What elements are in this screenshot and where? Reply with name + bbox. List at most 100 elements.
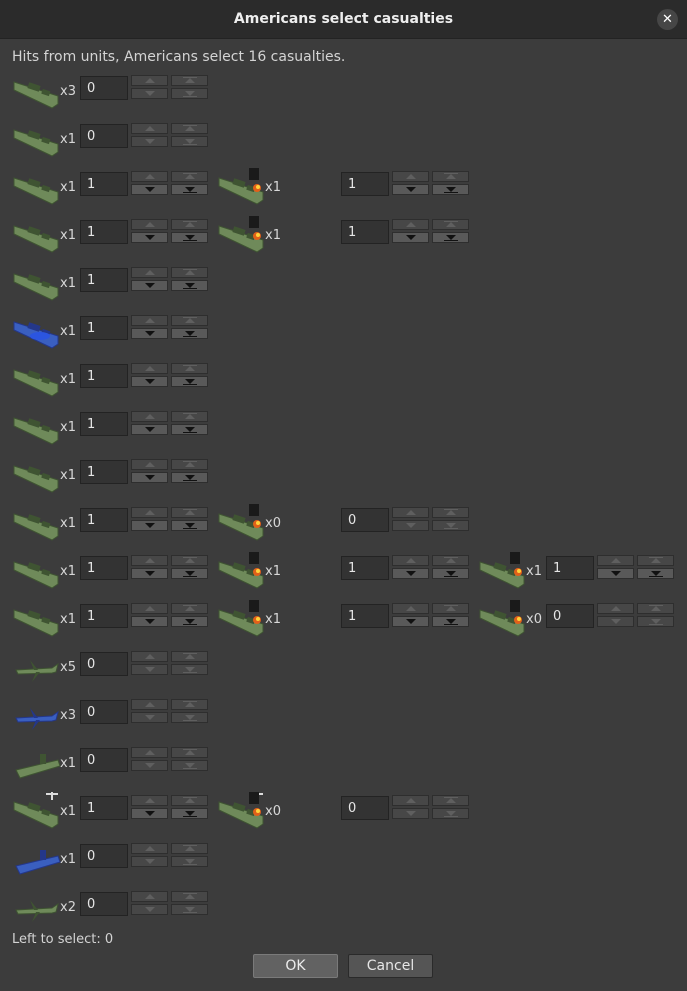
decrement-button[interactable]	[131, 904, 168, 915]
max-button[interactable]	[171, 459, 208, 470]
min-button[interactable]	[171, 136, 208, 147]
max-button[interactable]	[171, 171, 208, 182]
casualty-count-input[interactable]: 1	[80, 604, 128, 628]
decrement-button[interactable]	[597, 616, 634, 627]
casualty-count-input[interactable]: 0	[80, 844, 128, 868]
decrement-button[interactable]	[131, 664, 168, 675]
increment-button[interactable]	[131, 459, 168, 470]
decrement-button[interactable]	[131, 616, 168, 627]
decrement-button[interactable]	[392, 184, 429, 195]
min-button[interactable]	[432, 808, 469, 819]
casualty-count-input[interactable]: 1	[80, 172, 128, 196]
casualty-count-input[interactable]: 1	[80, 220, 128, 244]
casualty-count-input[interactable]: 1	[80, 460, 128, 484]
max-button[interactable]	[171, 555, 208, 566]
max-button[interactable]	[171, 267, 208, 278]
min-button[interactable]	[637, 568, 674, 579]
min-button[interactable]	[171, 520, 208, 531]
max-button[interactable]	[171, 507, 208, 518]
ok-button[interactable]: OK	[253, 954, 338, 978]
increment-button[interactable]	[131, 699, 168, 710]
cancel-button[interactable]: Cancel	[348, 954, 433, 978]
min-button[interactable]	[171, 904, 208, 915]
increment-button[interactable]	[392, 171, 429, 182]
min-button[interactable]	[171, 760, 208, 771]
casualty-count-input[interactable]: 0	[80, 700, 128, 724]
max-button[interactable]	[432, 507, 469, 518]
casualty-count-input[interactable]: 0	[80, 748, 128, 772]
decrement-button[interactable]	[131, 808, 168, 819]
casualty-count-input[interactable]: 1	[341, 556, 389, 580]
increment-button[interactable]	[597, 555, 634, 566]
increment-button[interactable]	[131, 507, 168, 518]
casualty-count-input[interactable]: 1	[341, 220, 389, 244]
casualty-count-input[interactable]: 0	[341, 508, 389, 532]
casualty-count-input[interactable]: 1	[341, 172, 389, 196]
max-button[interactable]	[171, 747, 208, 758]
casualty-count-input[interactable]: 1	[80, 316, 128, 340]
casualty-count-input[interactable]: 1	[80, 796, 128, 820]
max-button[interactable]	[171, 603, 208, 614]
increment-button[interactable]	[131, 315, 168, 326]
max-button[interactable]	[171, 843, 208, 854]
decrement-button[interactable]	[131, 520, 168, 531]
decrement-button[interactable]	[131, 568, 168, 579]
decrement-button[interactable]	[131, 712, 168, 723]
min-button[interactable]	[171, 280, 208, 291]
increment-button[interactable]	[392, 507, 429, 518]
increment-button[interactable]	[392, 795, 429, 806]
min-button[interactable]	[171, 328, 208, 339]
max-button[interactable]	[171, 363, 208, 374]
increment-button[interactable]	[131, 267, 168, 278]
casualty-count-input[interactable]: 0	[546, 604, 594, 628]
increment-button[interactable]	[597, 603, 634, 614]
increment-button[interactable]	[131, 843, 168, 854]
decrement-button[interactable]	[392, 520, 429, 531]
increment-button[interactable]	[131, 123, 168, 134]
min-button[interactable]	[171, 616, 208, 627]
decrement-button[interactable]	[131, 136, 168, 147]
min-button[interactable]	[432, 568, 469, 579]
decrement-button[interactable]	[131, 376, 168, 387]
max-button[interactable]	[171, 75, 208, 86]
max-button[interactable]	[171, 891, 208, 902]
decrement-button[interactable]	[131, 280, 168, 291]
max-button[interactable]	[637, 555, 674, 566]
decrement-button[interactable]	[392, 568, 429, 579]
max-button[interactable]	[171, 219, 208, 230]
min-button[interactable]	[171, 184, 208, 195]
decrement-button[interactable]	[131, 88, 168, 99]
decrement-button[interactable]	[131, 424, 168, 435]
min-button[interactable]	[171, 472, 208, 483]
increment-button[interactable]	[131, 747, 168, 758]
casualty-count-input[interactable]: 0	[80, 892, 128, 916]
decrement-button[interactable]	[131, 232, 168, 243]
min-button[interactable]	[171, 232, 208, 243]
casualty-count-input[interactable]: 0	[341, 796, 389, 820]
increment-button[interactable]	[131, 219, 168, 230]
increment-button[interactable]	[131, 363, 168, 374]
max-button[interactable]	[637, 603, 674, 614]
casualty-count-input[interactable]: 0	[80, 124, 128, 148]
max-button[interactable]	[171, 411, 208, 422]
decrement-button[interactable]	[131, 856, 168, 867]
casualty-count-input[interactable]: 1	[80, 556, 128, 580]
increment-button[interactable]	[131, 171, 168, 182]
casualty-count-input[interactable]: 1	[80, 508, 128, 532]
close-icon[interactable]: ✕	[657, 9, 678, 30]
casualty-count-input[interactable]: 1	[546, 556, 594, 580]
decrement-button[interactable]	[392, 616, 429, 627]
increment-button[interactable]	[131, 651, 168, 662]
decrement-button[interactable]	[131, 184, 168, 195]
increment-button[interactable]	[131, 411, 168, 422]
min-button[interactable]	[171, 712, 208, 723]
increment-button[interactable]	[392, 603, 429, 614]
min-button[interactable]	[171, 664, 208, 675]
increment-button[interactable]	[392, 219, 429, 230]
max-button[interactable]	[171, 315, 208, 326]
increment-button[interactable]	[392, 555, 429, 566]
min-button[interactable]	[171, 88, 208, 99]
casualty-count-input[interactable]: 1	[80, 268, 128, 292]
increment-button[interactable]	[131, 75, 168, 86]
min-button[interactable]	[171, 856, 208, 867]
